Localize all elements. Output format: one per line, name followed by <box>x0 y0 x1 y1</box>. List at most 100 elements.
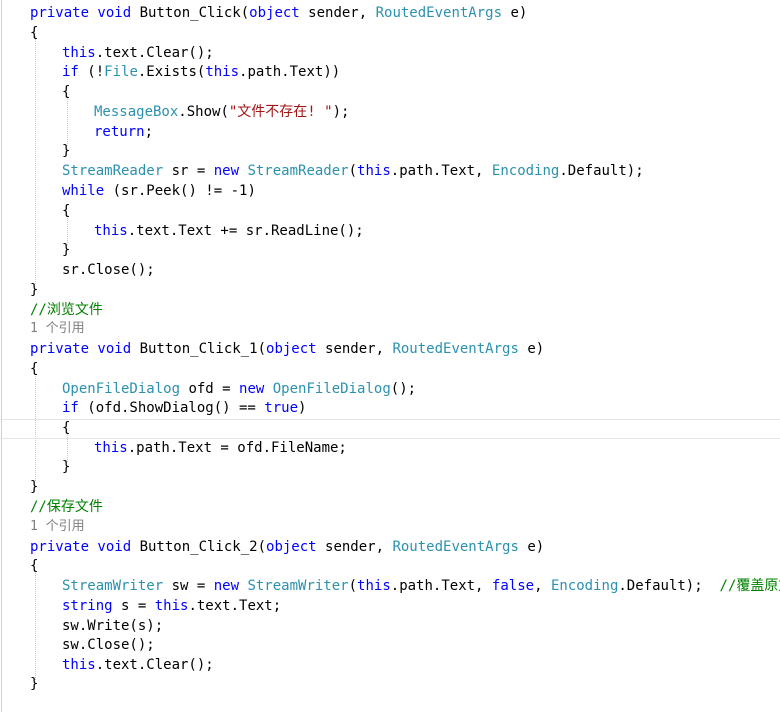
code-line[interactable]: { <box>30 359 38 379</box>
code-token: { <box>62 420 71 436</box>
indent-guide <box>67 96 68 146</box>
code-token: s = <box>112 598 155 614</box>
code-token: OpenFileDialog <box>62 381 181 397</box>
current-line-highlight <box>0 419 780 439</box>
code-token: string <box>62 598 113 614</box>
code-token: object <box>249 5 300 21</box>
code-line[interactable]: StreamReader sr = new StreamReader(this.… <box>62 161 644 181</box>
code-line[interactable]: OpenFileDialog ofd = new OpenFileDialog(… <box>62 379 416 399</box>
code-token: //保存文件 <box>30 499 103 515</box>
code-token: this <box>94 440 128 456</box>
code-token: RoutedEventArgs <box>392 539 519 555</box>
code-line[interactable]: { <box>30 556 38 576</box>
code-token: sender, <box>299 5 376 21</box>
code-token: false <box>491 578 535 594</box>
code-token: } <box>62 242 71 258</box>
code-token: } <box>30 676 39 692</box>
code-line[interactable]: this.path.Text = ofd.FileName; <box>94 438 347 458</box>
codelens-references[interactable]: 1 个引用 <box>30 517 85 537</box>
code-token: (ofd.ShowDialog() == <box>78 400 265 416</box>
codelens-references[interactable]: 1 个引用 <box>30 319 85 339</box>
code-token: object <box>266 341 317 357</box>
code-token: new <box>213 578 248 594</box>
code-token: sr.Close(); <box>62 262 155 278</box>
code-line[interactable]: } <box>62 240 70 260</box>
code-token: new <box>239 381 273 397</box>
code-token: .Default); <box>559 163 644 179</box>
code-token: .path.Text, <box>390 163 492 179</box>
code-token: new <box>213 163 248 179</box>
code-line[interactable]: } <box>30 477 38 497</box>
code-token: MessageBox <box>94 104 179 120</box>
code-token: this <box>62 657 96 673</box>
code-line[interactable]: } <box>30 280 38 300</box>
code-token: Button_Click( <box>139 5 250 21</box>
code-token: if <box>62 400 79 416</box>
code-line[interactable]: this.text.Clear(); <box>62 655 214 675</box>
code-token: .Exists( <box>137 64 206 80</box>
code-line[interactable]: if (ofd.ShowDialog() == true) <box>62 398 306 418</box>
code-token: (); <box>390 381 417 397</box>
code-line[interactable]: } <box>30 674 38 694</box>
code-token: ofd = <box>180 381 240 397</box>
code-line[interactable]: while (sr.Peek() != -1) <box>62 181 256 201</box>
code-line[interactable]: private void Button_Click_1(object sende… <box>30 339 544 359</box>
code-token: this <box>205 64 240 80</box>
code-line[interactable]: } <box>62 457 70 477</box>
code-token: object <box>266 539 317 555</box>
code-line[interactable]: sw.Write(s); <box>62 616 163 636</box>
code-token: (sr.Peek() != -1) <box>104 183 256 199</box>
code-token: StreamReader <box>247 163 349 179</box>
code-line[interactable]: { <box>62 418 70 438</box>
code-token: private void <box>30 341 140 357</box>
code-line[interactable]: { <box>30 23 38 43</box>
code-token: sender, <box>316 539 393 555</box>
code-token: } <box>62 143 71 159</box>
code-token: { <box>30 361 39 377</box>
code-token: 1 个引用 <box>30 519 85 534</box>
code-line[interactable]: sw.Close(); <box>62 635 155 655</box>
code-token: Button_Click_2( <box>139 539 267 555</box>
code-line[interactable]: } <box>62 141 70 161</box>
code-token: sw = <box>163 578 214 594</box>
code-token: StreamWriter <box>62 578 164 594</box>
comment-line[interactable]: //浏览文件 <box>30 300 103 320</box>
code-token: File <box>104 64 138 80</box>
code-token: .text.Text; <box>188 598 282 614</box>
code-token: } <box>62 459 71 475</box>
code-line[interactable]: return; <box>94 122 153 142</box>
code-token: .path.Text)) <box>239 64 341 80</box>
gutter-border <box>1 0 2 712</box>
code-token: RoutedEventArgs <box>392 341 519 357</box>
code-token: , <box>534 578 551 594</box>
comment-line[interactable]: //保存文件 <box>30 497 103 517</box>
code-token: ( <box>348 163 358 179</box>
code-token: 1 个引用 <box>30 321 85 336</box>
code-line[interactable]: if (!File.Exists(this.path.Text)) <box>62 62 340 82</box>
code-token: this <box>94 223 128 239</box>
code-token: Encoding <box>550 578 619 594</box>
code-token: private void <box>30 539 140 555</box>
code-token: true <box>264 400 299 416</box>
code-line[interactable]: this.text.Clear(); <box>62 43 214 63</box>
code-line[interactable]: StreamWriter sw = new StreamWriter(this.… <box>62 576 780 596</box>
code-token: .Show( <box>178 104 229 120</box>
code-line[interactable]: { <box>62 82 70 102</box>
code-token: this <box>62 45 96 61</box>
code-token: { <box>62 84 71 100</box>
code-token: sw.Write(s); <box>62 618 164 634</box>
code-line[interactable]: this.text.Text += sr.ReadLine(); <box>94 221 364 241</box>
code-token: sw.Close(); <box>62 637 155 653</box>
code-token: RoutedEventArgs <box>375 5 503 21</box>
code-line[interactable]: string s = this.text.Text; <box>62 596 281 616</box>
code-token: } <box>30 282 39 298</box>
code-line[interactable]: { <box>62 201 70 221</box>
code-line[interactable]: sr.Close(); <box>62 260 155 280</box>
code-line[interactable]: private void Button_Click(object sender,… <box>30 3 527 23</box>
code-token: (! <box>78 64 105 80</box>
code-token: .path.Text = ofd.FileName; <box>127 440 347 456</box>
code-editor[interactable]: private void Button_Click(object sender,… <box>0 0 780 712</box>
code-token: this <box>154 598 189 614</box>
code-line[interactable]: private void Button_Click_2(object sende… <box>30 537 544 557</box>
code-line[interactable]: MessageBox.Show("文件不存在! "); <box>94 102 349 122</box>
